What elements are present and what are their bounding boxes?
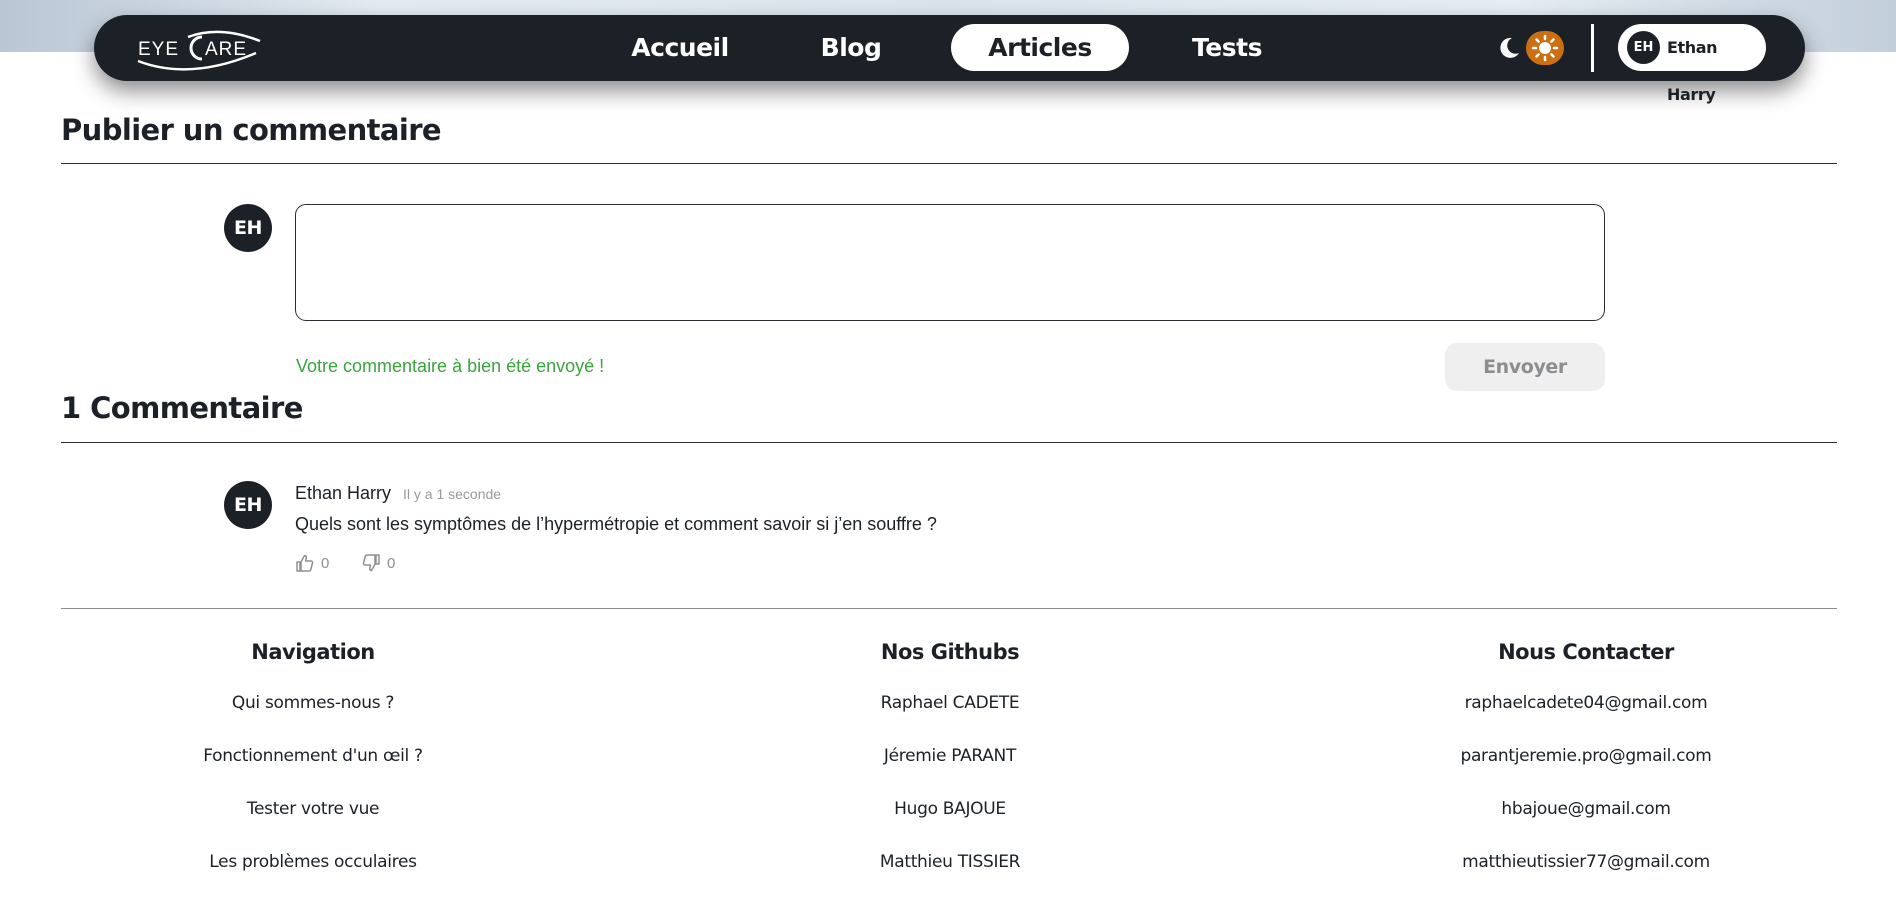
footer-email-matthieu[interactable]: matthieutissier77@gmail.com <box>1366 849 1806 902</box>
footer-link-problemes-occulaires[interactable]: Les problèmes occulaires <box>93 849 533 902</box>
comments-count-title: 1 Commentaire <box>61 391 303 425</box>
nav-link-articles[interactable]: Articles <box>951 24 1129 71</box>
comment-text: Quels sont les symptômes de l’hypermétro… <box>295 514 937 534</box>
footer-email-hugo[interactable]: hbajoue@gmail.com <box>1366 796 1806 849</box>
comment-timestamp: Il y a 1 seconde <box>403 486 502 502</box>
publish-comment-title: Publier un commentaire <box>61 113 442 147</box>
nav-link-accueil[interactable]: Accueil <box>624 24 736 71</box>
footer-divider <box>61 608 1837 609</box>
like-button[interactable]: 0 <box>295 552 329 574</box>
footer-githubs-title: Nos Githubs <box>880 640 1020 664</box>
footer-email-jeremie[interactable]: parantjeremie.pro@gmail.com <box>1366 743 1806 796</box>
footer-githubs-column: Nos Githubs Raphael CADETE Jéremie PARAN… <box>730 640 1170 902</box>
theme-toggle[interactable] <box>1492 29 1564 67</box>
footer-github-raphael[interactable]: Raphael CADETE <box>730 690 1170 743</box>
footer-navigation-column: Navigation Qui sommes-nous ? Fonctionnem… <box>93 640 533 902</box>
user-menu-button[interactable]: EH Ethan Harry <box>1618 24 1766 104</box>
footer-navigation-title: Navigation <box>251 640 375 664</box>
footer-email-raphael[interactable]: raphaelcadete04@gmail.com <box>1366 690 1806 743</box>
footer-github-jeremie[interactable]: Jéremie PARANT <box>730 743 1170 796</box>
comment-textarea[interactable] <box>295 204 1605 321</box>
publish-divider <box>61 163 1837 164</box>
send-button[interactable]: Envoyer <box>1445 343 1605 391</box>
footer-link-tester-vue[interactable]: Tester votre vue <box>93 796 533 849</box>
navbar: EYE ARE Accueil Blog Articles Tests EH E… <box>94 15 1805 104</box>
user-avatar: EH <box>1627 31 1660 64</box>
success-message: Votre commentaire à bien été envoyé ! <box>296 356 605 376</box>
nav-divider <box>1591 24 1594 72</box>
nav-link-blog[interactable]: Blog <box>806 24 896 71</box>
footer-link-qui-sommes-nous[interactable]: Qui sommes-nous ? <box>93 690 533 743</box>
footer-contact-column: Nous Contacter raphaelcadete04@gmail.com… <box>1366 640 1806 902</box>
thumbs-down-icon <box>362 554 380 572</box>
footer-contact-title: Nous Contacter <box>1498 640 1674 664</box>
current-user-avatar: EH <box>224 204 272 252</box>
moon-icon[interactable] <box>1496 35 1522 61</box>
dislike-button[interactable]: 0 <box>361 552 395 574</box>
user-name: Ethan Harry <box>1667 38 1718 104</box>
comment-author-avatar: EH <box>224 481 272 529</box>
footer-github-matthieu[interactable]: Matthieu TISSIER <box>730 849 1170 902</box>
sun-icon <box>1531 34 1559 62</box>
comments-divider <box>61 442 1837 443</box>
nav-link-tests[interactable]: Tests <box>1172 24 1282 71</box>
like-count: 0 <box>321 554 330 572</box>
sun-button[interactable] <box>1526 31 1564 65</box>
footer-link-fonctionnement-oeil[interactable]: Fonctionnement d'un œil ? <box>93 743 533 796</box>
thumbs-up-icon <box>296 554 314 572</box>
footer-github-hugo[interactable]: Hugo BAJOUE <box>730 796 1170 849</box>
comment-author: Ethan Harry <box>295 483 392 503</box>
dislike-count: 0 <box>387 554 396 572</box>
